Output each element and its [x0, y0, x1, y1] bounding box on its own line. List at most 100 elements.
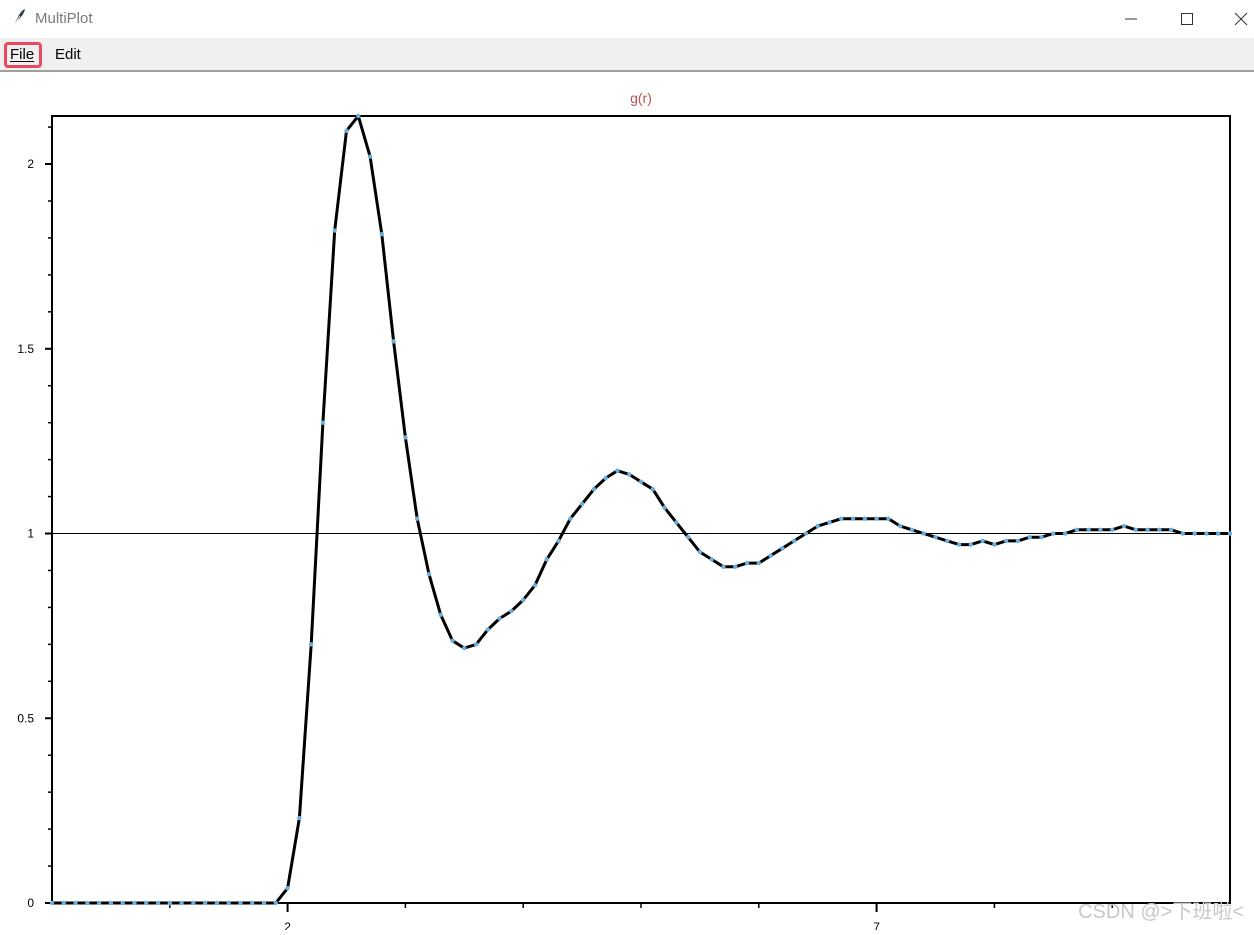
menu-file-label: File [10, 46, 35, 63]
data-point [768, 553, 773, 558]
feather-icon [10, 8, 28, 28]
data-point [497, 616, 502, 621]
data-point [827, 520, 832, 525]
data-point [556, 538, 561, 544]
data-point [650, 486, 655, 492]
data-point [756, 560, 761, 566]
data-point [391, 339, 396, 344]
data-point [1110, 527, 1115, 533]
data-point [179, 900, 184, 906]
data-point [1227, 531, 1233, 536]
data-point [568, 516, 573, 521]
data-point [367, 154, 373, 159]
data-point [320, 420, 326, 425]
gr-chart: g(r) 0 0.5 1 1.5 2 2 7 [17, 90, 1233, 934]
maximize-button[interactable] [1164, 0, 1210, 38]
data-point [532, 583, 538, 588]
data-point [167, 900, 172, 906]
data-point [250, 900, 255, 906]
data-point [414, 516, 420, 521]
data-point [1086, 527, 1091, 533]
data-point [544, 557, 549, 562]
menu-file[interactable]: File [4, 42, 42, 68]
data-point [1039, 535, 1044, 540]
title-bar: MultiPlot [0, 0, 1254, 38]
data-point [214, 900, 220, 906]
data-point [933, 535, 938, 540]
data-point [874, 516, 879, 521]
data-point [615, 468, 620, 473]
data-point [909, 527, 915, 533]
data-point [1062, 531, 1068, 536]
data-point [155, 900, 161, 906]
watermark: CSDN @>下班啦< [1078, 901, 1244, 923]
data-point [297, 815, 302, 821]
data-point [1015, 538, 1021, 544]
menu-edit[interactable]: Edit [51, 42, 85, 68]
data-point [344, 128, 349, 133]
data-point [485, 627, 491, 632]
data-point [226, 900, 231, 906]
data-point [897, 523, 903, 529]
x-tick-label: 2 [284, 920, 291, 930]
data-point [780, 546, 785, 551]
data-point [238, 900, 243, 906]
data-point [332, 228, 337, 233]
series-line [52, 114, 1230, 905]
menu-bar: File Edit [0, 38, 1254, 72]
y-tick-label: 0.5 [17, 711, 34, 725]
data-point [273, 900, 279, 906]
data-point [1192, 531, 1197, 536]
data-point [1074, 527, 1080, 533]
data-point [733, 564, 738, 569]
data-point [1204, 531, 1209, 536]
data-point [591, 486, 597, 492]
data-point [1027, 535, 1032, 540]
data-point [108, 900, 114, 906]
data-point [521, 597, 526, 603]
data-point [450, 638, 455, 643]
data-point [438, 612, 443, 618]
data-point [685, 535, 691, 540]
data-point [509, 608, 514, 614]
chart-title: g(r) [630, 90, 652, 106]
data-point [473, 642, 479, 647]
data-point [120, 900, 125, 906]
data-point [603, 475, 608, 481]
x-tick-label: 7 [873, 920, 880, 930]
data-point [744, 560, 750, 566]
data-point [803, 531, 809, 536]
maximize-icon [1181, 13, 1193, 25]
data-point [1003, 538, 1009, 544]
data-point [308, 642, 314, 647]
data-point [403, 435, 408, 440]
data-point [968, 542, 974, 547]
data-point [579, 501, 585, 507]
data-point [379, 232, 385, 237]
data-point [697, 549, 703, 555]
close-button[interactable] [1218, 0, 1254, 38]
data-point [1145, 527, 1150, 533]
data-point [1168, 527, 1174, 533]
minimize-button[interactable] [1108, 0, 1154, 38]
minimize-icon [1125, 18, 1137, 20]
data-point [791, 538, 797, 544]
data-point [1121, 523, 1127, 529]
data-point [49, 900, 55, 906]
data-point [662, 505, 667, 510]
data-point [356, 113, 361, 119]
data-point [96, 900, 102, 906]
data-point [956, 542, 962, 547]
data-point [1216, 531, 1221, 536]
data-point [862, 516, 868, 521]
data-point [709, 557, 714, 562]
data-point [1098, 527, 1103, 533]
data-point [61, 900, 66, 906]
data-point [627, 472, 632, 477]
data-point [1157, 527, 1162, 533]
data-point [945, 538, 950, 544]
data-point [839, 516, 844, 521]
window-title: MultiPlot [35, 10, 93, 27]
menu-edit-label: Edit [55, 46, 81, 63]
data-point [638, 479, 644, 484]
